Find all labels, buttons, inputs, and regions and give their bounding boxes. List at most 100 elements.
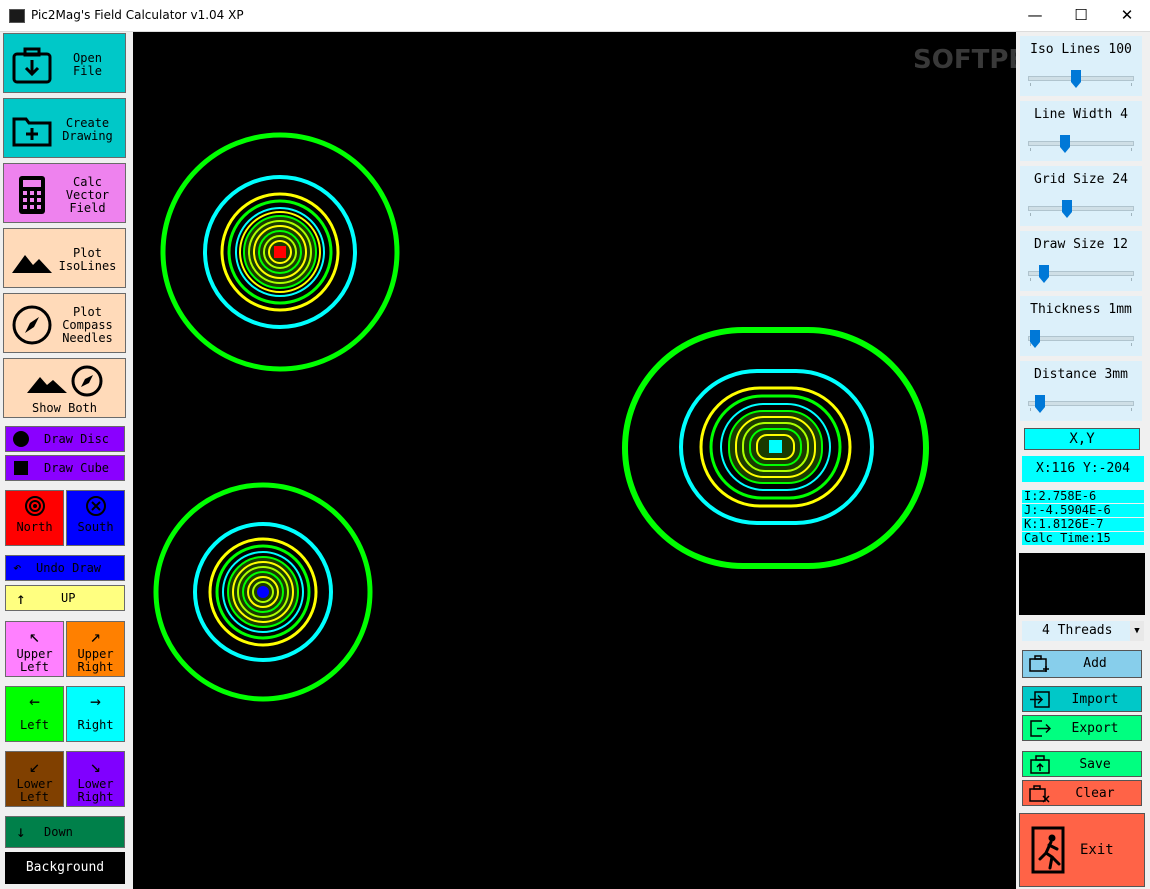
- background-button[interactable]: Background: [5, 852, 125, 884]
- app-icon: [9, 9, 25, 23]
- south-label: South: [77, 520, 114, 534]
- slider-thumb[interactable]: [1030, 330, 1040, 348]
- add-label: Add: [1083, 656, 1107, 671]
- minimize-button[interactable]: —: [1012, 0, 1058, 31]
- background-label: Background: [25, 860, 105, 875]
- title-bar: Pic2Mag's Field Calculator v1.04 XP — ☐ …: [0, 0, 1150, 32]
- exit-door-icon: [1031, 826, 1065, 874]
- create-drawing-label: Create Drawing: [62, 116, 113, 143]
- lower-left-button[interactable]: ↙ Lower Left: [5, 751, 64, 807]
- draw-size-slider[interactable]: Draw Size 12: [1020, 231, 1142, 291]
- slider-thumb[interactable]: [1071, 70, 1082, 88]
- clear-button[interactable]: Clear: [1022, 780, 1142, 806]
- slider-thumb[interactable]: [1034, 395, 1045, 413]
- down-label: Down: [44, 825, 73, 839]
- field-canvas[interactable]: SOFTPEDIA: [133, 32, 1016, 889]
- slider-track[interactable]: [1028, 206, 1134, 211]
- arrow-right-icon: →: [90, 691, 101, 712]
- plot-compass-needles-label: Plot Compass Needles: [62, 304, 113, 345]
- maximize-button[interactable]: ☐: [1058, 0, 1104, 31]
- create-drawing-button[interactable]: Create Drawing: [3, 98, 126, 158]
- open-file-icon: [12, 47, 52, 84]
- upper-right-button[interactable]: ↗ Upper Right: [66, 621, 125, 677]
- slider-ticks: [1030, 408, 1132, 411]
- mountains-icon: [27, 377, 67, 393]
- save-briefcase-icon: [1030, 755, 1050, 774]
- import-button[interactable]: Import: [1022, 686, 1142, 712]
- left-button[interactable]: ← Left: [5, 686, 64, 742]
- export-label: Export: [1071, 721, 1119, 736]
- vector-i-value: I:2.758E-6: [1022, 490, 1144, 503]
- undo-icon: ↶: [13, 560, 22, 576]
- folder-plus-icon: [12, 117, 52, 147]
- arrow-down-icon: ↓: [16, 822, 26, 841]
- calc-time-value: Calc Time:15: [1022, 532, 1144, 545]
- right-label: Right: [77, 718, 114, 732]
- arrow-down-right-icon: ↘: [90, 756, 101, 777]
- clear-label: Clear: [1075, 786, 1115, 801]
- arrow-up-left-icon: ↖: [29, 626, 40, 647]
- arrow-up-right-icon: ↗: [90, 626, 101, 647]
- save-button[interactable]: Save: [1022, 751, 1142, 777]
- thickness-slider[interactable]: Thickness 1mm: [1020, 296, 1142, 356]
- draw-disc-button[interactable]: Draw Disc: [5, 426, 125, 452]
- south-button[interactable]: South: [66, 490, 125, 546]
- undo-draw-button[interactable]: ↶ Undo Draw: [5, 555, 125, 581]
- south-pole-marker: [257, 586, 269, 598]
- distance-slider[interactable]: Distance 3mm: [1020, 361, 1142, 421]
- close-button[interactable]: ✕: [1104, 0, 1150, 31]
- disc-icon: [13, 431, 29, 447]
- slider-ticks: [1030, 213, 1132, 216]
- plot-compass-needles-button[interactable]: Plot Compass Needles: [3, 293, 126, 353]
- isoline-plot: SOFTPEDIA: [153, 45, 1016, 702]
- upper-right-label: Upper Right: [77, 647, 114, 674]
- plot-isolines-label: Plot IsoLines: [58, 246, 117, 273]
- show-both-button[interactable]: Show Both: [3, 358, 126, 418]
- grid-size-slider[interactable]: Grid Size 24: [1020, 166, 1142, 226]
- slider-thumb[interactable]: [1062, 200, 1073, 218]
- export-button[interactable]: Export: [1022, 715, 1142, 741]
- calc-vector-field-button[interactable]: Calc Vector Field: [3, 163, 126, 223]
- lower-right-button[interactable]: ↘ Lower Right: [66, 751, 125, 807]
- iso-lines-slider[interactable]: Iso Lines 100: [1020, 36, 1142, 96]
- vector-j-value: J:-4.5904E-6: [1022, 504, 1144, 517]
- arrow-left-icon: ←: [29, 691, 40, 712]
- draw-size-label: Draw Size 12: [1034, 237, 1128, 252]
- watermark: SOFTPEDIA: [913, 45, 1016, 75]
- right-toolbar: Iso Lines 100 Line Width 4 Grid Size 24 …: [1016, 32, 1150, 889]
- chevron-down-icon[interactable]: ▼: [1130, 621, 1144, 641]
- slider-thumb[interactable]: [1039, 265, 1050, 283]
- slider-track[interactable]: [1028, 336, 1134, 341]
- down-button[interactable]: ↓ Down: [5, 816, 125, 848]
- import-icon: [1030, 691, 1050, 708]
- slider-ticks: [1030, 148, 1132, 151]
- exit-button[interactable]: Exit: [1019, 813, 1145, 887]
- grid-size-label: Grid Size 24: [1034, 172, 1128, 187]
- mountains-icon: [12, 255, 52, 273]
- xy-header: X,Y: [1024, 428, 1140, 450]
- up-button[interactable]: ↑ UP: [5, 585, 125, 611]
- compass-icon: [12, 305, 52, 345]
- calculator-icon: [19, 176, 45, 214]
- arrow-down-left-icon: ↙: [29, 756, 40, 777]
- open-file-button[interactable]: Open File: [3, 33, 126, 93]
- north-label: North: [16, 520, 53, 534]
- magnet-cluster-right: [622, 327, 929, 569]
- draw-cube-button[interactable]: Draw Cube: [5, 455, 125, 481]
- cube-icon: [14, 461, 28, 475]
- right-button[interactable]: → Right: [66, 686, 125, 742]
- magnet-cluster-bottom-left: [153, 482, 373, 702]
- line-width-slider[interactable]: Line Width 4: [1020, 101, 1142, 161]
- slider-thumb[interactable]: [1060, 135, 1071, 153]
- north-button[interactable]: North: [5, 490, 64, 546]
- magnet-cluster-top-left: [160, 132, 400, 372]
- clear-briefcase-icon: [1029, 785, 1050, 803]
- add-button[interactable]: Add: [1022, 650, 1142, 678]
- upper-left-button[interactable]: ↖ Upper Left: [5, 621, 64, 677]
- threads-select[interactable]: 4 Threads ▼: [1022, 621, 1144, 641]
- upper-left-label: Upper Left: [16, 647, 53, 674]
- plot-isolines-button[interactable]: Plot IsoLines: [3, 228, 126, 288]
- slider-track[interactable]: [1028, 141, 1134, 146]
- thickness-label: Thickness 1mm: [1030, 302, 1132, 317]
- compass-icon: [71, 365, 103, 397]
